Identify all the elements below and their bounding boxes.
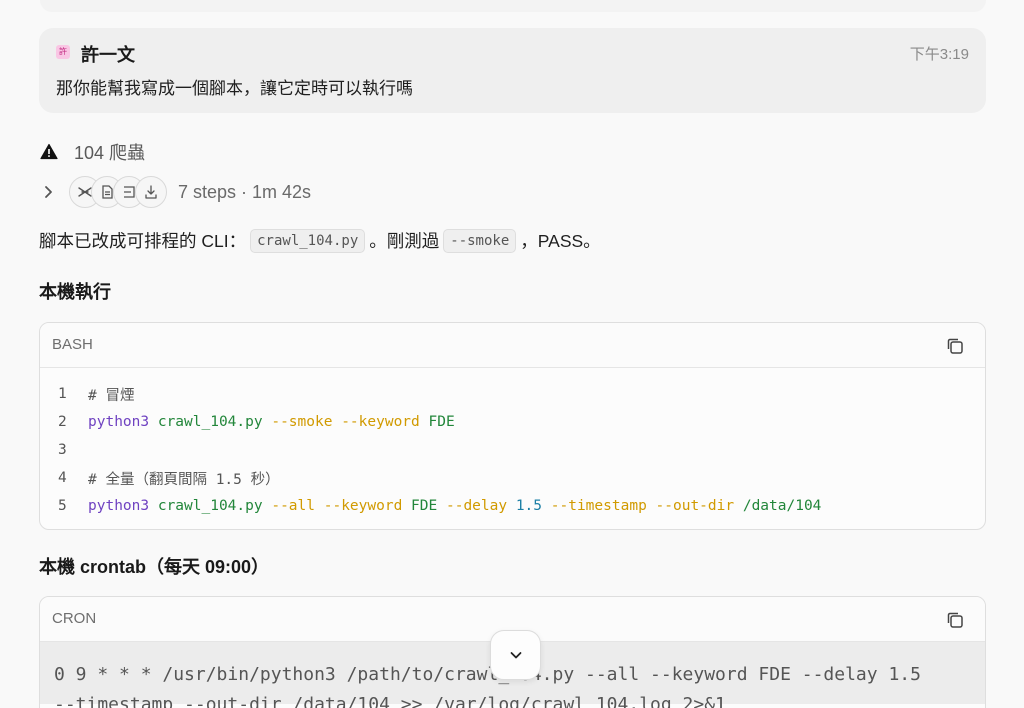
chevron-right-icon[interactable]	[40, 183, 58, 201]
warning-triangle-icon	[40, 143, 58, 160]
message-author: 許一文	[81, 45, 135, 65]
code-filename: crawl_104.py	[157, 414, 263, 430]
message-timestamp: 下午3:19	[909, 46, 969, 63]
reply-text-3: ，PASS。	[520, 231, 601, 251]
chevron-down-icon	[510, 652, 521, 659]
code-line: 3	[40, 436, 985, 464]
download-icon	[135, 176, 167, 208]
code-flag: --timestamp	[550, 498, 647, 514]
inline-code-filename: crawl_104.py	[250, 228, 366, 253]
code-flag: --keyword	[341, 414, 420, 430]
task-header: 104 爬蟲	[40, 141, 145, 163]
code-flag: --out-dir	[655, 498, 735, 514]
code-language-label: BASH	[52, 336, 93, 353]
step-icons	[69, 176, 169, 208]
code-comment: # 冒煙	[88, 387, 135, 404]
cron-line: --timestamp --out-dir /data/104 >> /var/…	[54, 694, 726, 708]
user-avatar: 許	[56, 45, 70, 59]
code-flag: --all	[271, 498, 315, 514]
code-flag: --smoke	[271, 414, 333, 430]
code-value: /data/104	[742, 498, 822, 514]
code-block-header: BASH	[40, 323, 985, 368]
code-value: FDE	[411, 498, 438, 514]
steps-label: 7 steps · 1m 42s	[178, 181, 312, 202]
reply-text-2: 。剛測過	[369, 231, 440, 251]
code-number: 1.5	[515, 498, 543, 514]
copy-icon[interactable]	[945, 336, 965, 356]
code-language-label: CRON	[52, 610, 97, 627]
steps-summary[interactable]: 7 steps · 1m 42s	[40, 176, 311, 208]
task-title: 104 爬蟲	[74, 143, 146, 163]
code-command: python3	[88, 498, 150, 514]
line-number: 3	[58, 442, 67, 458]
code-comment: # 全量（翻頁間隔 1.5 秒）	[88, 471, 280, 488]
reply-text-1: 腳本已改成可排程的 CLI：	[39, 231, 247, 251]
code-command: python3	[88, 414, 150, 430]
inline-code-flag: --smoke	[443, 228, 517, 253]
line-number: 1	[58, 386, 67, 402]
code-flag: --delay	[445, 498, 508, 514]
section-heading-crontab: 本機 crontab（每天 09:00）	[39, 557, 270, 577]
code-line: 1 # 冒煙	[40, 380, 985, 408]
code-line: 2 python3 crawl_104.py --smoke --keyword…	[40, 408, 985, 436]
code-filename: crawl_104.py	[157, 498, 263, 514]
code-value: FDE	[428, 414, 455, 430]
code-line: 4 # 全量（翻頁間隔 1.5 秒）	[40, 464, 985, 492]
line-number: 2	[58, 414, 67, 430]
user-message: 許 許一文 下午3:19 那你能幫我寫成一個腳本，讓它定時可以執行嗎	[39, 28, 986, 113]
scroll-to-bottom-button[interactable]	[490, 630, 541, 680]
message-text: 那你能幫我寫成一個腳本，讓它定時可以執行嗎	[56, 79, 413, 98]
reply-paragraph: 腳本已改成可排程的 CLI： crawl_104.py 。剛測過 --smoke…	[39, 228, 601, 253]
code-line: 5 python3 crawl_104.py --all --keyword F…	[40, 492, 985, 520]
section-heading-local-run: 本機執行	[39, 282, 111, 302]
line-number: 4	[58, 470, 67, 486]
copy-icon[interactable]	[945, 610, 965, 630]
previous-message-edge	[40, 0, 986, 12]
line-number: 5	[58, 498, 67, 514]
code-flag: --keyword	[323, 498, 403, 514]
bash-code-block: BASH 1 # 冒煙 2 python3 crawl_104.py --smo…	[39, 322, 986, 530]
